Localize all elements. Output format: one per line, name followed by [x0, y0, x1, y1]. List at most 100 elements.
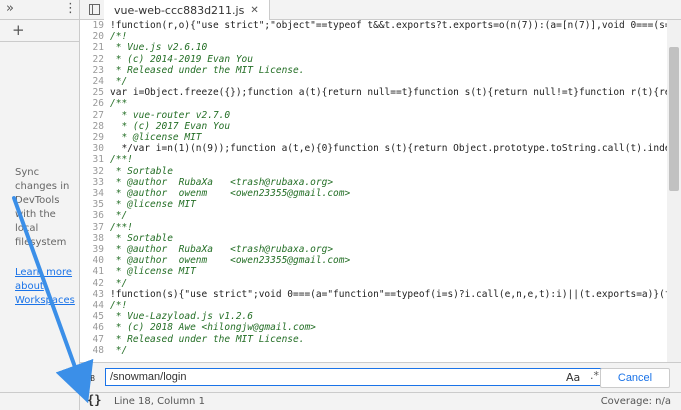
code-line[interactable]: 48 */ — [80, 344, 128, 356]
code-line[interactable]: 45 * Vue-Lazyload.js v1.2.6 — [80, 311, 253, 322]
code-line[interactable]: 27 * vue-router v2.7.0 — [80, 109, 231, 121]
line-number[interactable]: 32 — [80, 166, 110, 177]
code-text: * Vue.js v2.6.10 — [110, 42, 208, 54]
add-folder-row: + — [0, 20, 79, 42]
code-text: */ — [110, 76, 128, 87]
pretty-print-icon[interactable]: {} — [87, 393, 101, 407]
line-number[interactable]: 39 — [80, 244, 110, 255]
cursor-position: Line 18, Column 1 — [114, 396, 205, 407]
line-number[interactable]: 35 — [80, 199, 110, 210]
code-text: * @author owenm <owen23355@gmail.com> — [110, 188, 351, 199]
cancel-button[interactable]: Cancel — [600, 368, 670, 388]
line-number[interactable]: 37 — [80, 222, 110, 233]
sync-description: Sync changes in DevTools with the local … — [15, 167, 70, 248]
code-line[interactable]: 47 * Released under the MIT License. — [80, 334, 305, 345]
scrollbar-thumb[interactable] — [669, 47, 679, 191]
code-text: /*! — [110, 300, 128, 311]
search-bar: AB Aa .* Cancel — [80, 362, 681, 392]
code-line[interactable]: 33 * @author RubaXa <trash@rubaxa.org> — [80, 176, 334, 188]
code-line[interactable]: 42 */ — [80, 277, 128, 289]
code-line[interactable]: 36 */ — [80, 210, 128, 222]
regex-button[interactable]: .* — [590, 369, 599, 382]
chevron-right-icon[interactable]: » — [6, 1, 14, 16]
code-line[interactable]: 41 * @license MIT — [80, 266, 196, 277]
coverage-status: Coverage: n/a — [600, 396, 671, 407]
code-line[interactable]: 37/**! — [80, 222, 133, 233]
code-line[interactable]: 39 * @author RubaXa <trash@rubaxa.org> — [80, 244, 334, 255]
line-number[interactable]: 20 — [80, 31, 110, 42]
code-text: * vue-router v2.7.0 — [110, 109, 231, 121]
line-number[interactable]: 33 — [80, 177, 110, 188]
code-line[interactable]: 21 * Vue.js v2.6.10 — [80, 42, 208, 54]
line-number[interactable]: 36 — [80, 210, 110, 221]
code-line[interactable]: 34 * @author owenm <owen23355@gmail.com> — [80, 188, 351, 199]
code-line[interactable]: 44/*! — [80, 300, 128, 311]
line-number[interactable]: 40 — [80, 255, 110, 266]
code-text: * @license MIT — [110, 199, 196, 211]
code-text: var i=Object.freeze({});function a(t){re… — [110, 87, 667, 99]
toggle-navigator-icon[interactable] — [89, 4, 100, 15]
line-number[interactable]: 24 — [80, 76, 110, 87]
line-number[interactable]: 19 — [80, 20, 110, 31]
code-line[interactable]: 32 * Sortable — [80, 166, 173, 177]
match-case-button[interactable]: Aa — [566, 371, 580, 384]
line-number[interactable]: 28 — [80, 121, 110, 132]
code-line[interactable]: 25 var i=Object.freeze({});function a(t){… — [80, 87, 667, 98]
code-line[interactable]: 26/** — [80, 98, 128, 109]
code-editor[interactable]: 19 !function(r,o){"use strict";"object"==… — [80, 20, 667, 362]
editor-tabbar: vue-web-ccc883d211.js ✕ — [80, 0, 681, 20]
code-line[interactable]: 46 * (c) 2018 Awe <hilongjw@gmail.com> — [80, 322, 316, 333]
code-line[interactable]: 19 !function(r,o){"use strict";"object"==… — [80, 20, 667, 31]
line-number[interactable]: 34 — [80, 188, 110, 199]
search-input[interactable] — [105, 368, 625, 386]
code-text: !function(r,o){"use strict";"object"==ty… — [110, 20, 667, 31]
line-number[interactable]: 31 — [80, 154, 110, 165]
line-number[interactable]: 23 — [80, 65, 110, 76]
line-number[interactable]: 22 — [80, 54, 110, 65]
line-number[interactable]: 29 — [80, 132, 110, 143]
code-line[interactable]: 40 * @author owenm <owen23355@gmail.com> — [80, 255, 351, 267]
line-number[interactable]: 44 — [80, 300, 110, 311]
line-number[interactable]: 38 — [80, 233, 110, 244]
line-number[interactable]: 26 — [80, 98, 110, 109]
line-number[interactable]: 43 — [80, 289, 110, 300]
code-line[interactable]: 38 * Sortable — [80, 233, 173, 244]
code-text: * @author owenm <owen23355@gmail.com> — [110, 255, 351, 267]
code-text: */ — [110, 210, 128, 222]
line-number[interactable]: 42 — [80, 278, 110, 289]
kebab-menu-icon[interactable]: ⋮ — [64, 1, 77, 16]
line-number[interactable]: 45 — [80, 311, 110, 322]
code-text: !function(s){"use strict";void 0===(a="f… — [110, 288, 667, 300]
replace-toggle-icon[interactable]: AB — [85, 371, 95, 383]
line-number[interactable]: 27 — [80, 110, 110, 121]
close-icon[interactable]: ✕ — [250, 5, 258, 16]
code-text: */ — [110, 277, 128, 289]
code-line[interactable]: 30 */var i=n(1)(n(9));function a(t,e){0}… — [80, 143, 667, 154]
vertical-scrollbar[interactable] — [667, 20, 681, 362]
line-number[interactable]: 30 — [80, 143, 110, 154]
code-line[interactable]: 20/*! — [80, 31, 128, 42]
code-line[interactable]: 35 * @license MIT — [80, 199, 196, 210]
code-line[interactable]: 24 */ — [80, 76, 128, 87]
line-number[interactable]: 41 — [80, 266, 110, 277]
code-line[interactable]: 29 * @license MIT — [80, 132, 202, 143]
code-text: */ — [110, 344, 128, 356]
line-number[interactable]: 25 — [80, 87, 110, 98]
navigator-panel: » ⋮ + Sync changes in DevTools with the … — [0, 0, 80, 410]
code-line[interactable]: 22 * (c) 2014-2019 Evan You — [80, 54, 253, 65]
line-number[interactable]: 21 — [80, 42, 110, 53]
learn-more-link[interactable]: Learn more about Workspaces — [15, 266, 77, 308]
line-number[interactable]: 48 — [80, 345, 110, 356]
file-tab[interactable]: vue-web-ccc883d211.js ✕ — [104, 0, 270, 20]
code-line[interactable]: 31/**! — [80, 154, 133, 165]
code-text: * @author RubaXa <trash@rubaxa.org> — [110, 176, 334, 188]
code-line[interactable]: 28 * (c) 2017 Evan You — [80, 120, 231, 132]
code-text: /**! — [110, 154, 133, 166]
code-line[interactable]: 23 * Released under the MIT License. — [80, 65, 305, 76]
code-text: * (c) 2017 Evan You — [110, 120, 231, 132]
code-line[interactable]: 43 !function(s){"use strict";void 0===(a=… — [80, 289, 667, 300]
line-number[interactable]: 47 — [80, 334, 110, 345]
navigator-footer — [0, 392, 80, 410]
line-number[interactable]: 46 — [80, 322, 110, 333]
plus-icon[interactable]: + — [12, 21, 25, 39]
